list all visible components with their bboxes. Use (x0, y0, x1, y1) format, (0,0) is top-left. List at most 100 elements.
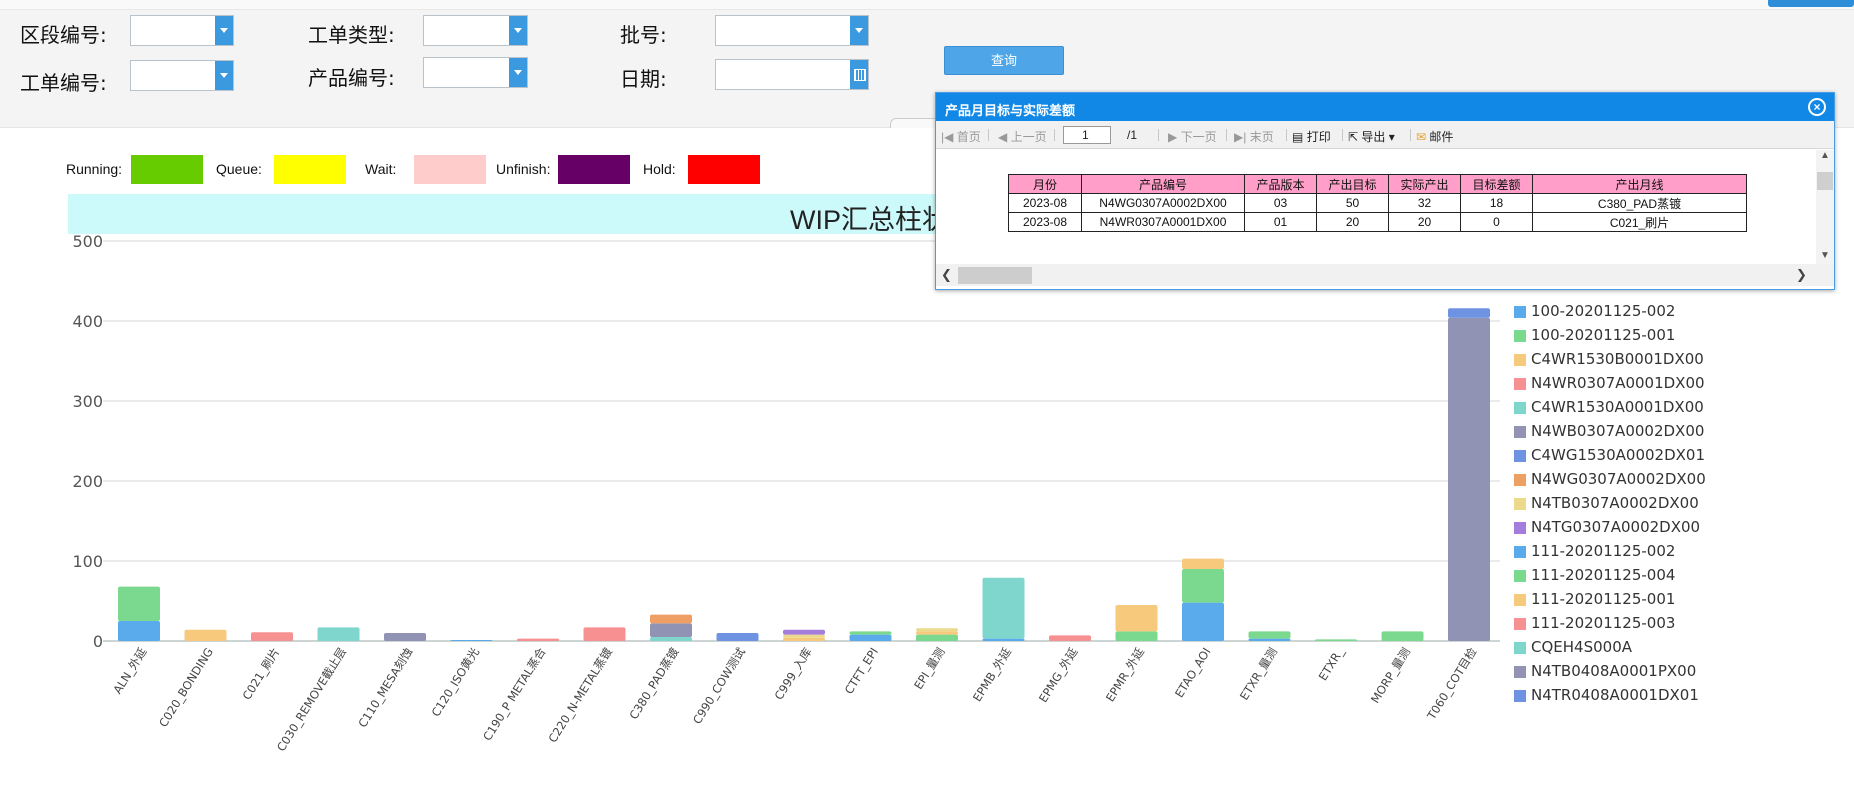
series-legend-swatch (1514, 570, 1526, 582)
table-header-cell: 产出月线 (1532, 174, 1747, 194)
series-legend-label: C4WR1530B0001DX00 (1531, 350, 1704, 368)
table-row[interactable]: 2023-08 N4WR0307A0001DX00 01 20 20 0 C021_刷片 (1008, 212, 1747, 232)
x-tick-label: C220_N-METAL蒸镀 (545, 645, 615, 745)
horizontal-scrollbar[interactable]: ❮ ❯ (936, 264, 1834, 286)
bar-segment (849, 634, 892, 641)
series-legend-swatch (1514, 450, 1526, 462)
table-header-cell: 产品版本 (1244, 174, 1317, 194)
x-tick-label: C990_COW测试 (690, 645, 748, 727)
toolbar-separator (1054, 129, 1055, 141)
chevron-right-icon[interactable]: ❯ (1796, 267, 1807, 283)
series-legend-swatch (1514, 690, 1526, 702)
last-page-button[interactable]: ▶| 末页 (1234, 128, 1274, 145)
series-legend-swatch (1514, 618, 1526, 630)
series-legend-label: N4TB0307A0002DX00 (1531, 494, 1699, 512)
table-cell: 2023-08 (1008, 212, 1082, 232)
x-tick-label: T060_COT目检 (1424, 645, 1480, 723)
bar-segment (517, 638, 559, 641)
table-cell: 0 (1460, 212, 1533, 232)
table-cell: 01 (1244, 212, 1317, 232)
toolbar-separator (1226, 129, 1227, 141)
y-tick-label: 200 (72, 472, 103, 491)
series-legend-label: 111-20201125-001 (1531, 590, 1676, 608)
table-header-row: 月份 产品编号 产品版本 产出目标 实际产出 目标差额 产出月线 (1008, 174, 1747, 194)
chevron-up-icon[interactable]: ▲ (1820, 150, 1830, 161)
x-tick-label: EPMR_外延 (1103, 645, 1147, 704)
x-tick-label: EPMB_外延 (970, 645, 1014, 704)
vertical-scroll-thumb[interactable] (1817, 172, 1833, 190)
table-cell: N4WR0307A0001DX00 (1081, 212, 1245, 232)
prev-page-button[interactable]: ◀ 上一页 (998, 128, 1047, 145)
x-tick-label: C120_ISO黄光 (429, 645, 483, 719)
series-legend-swatch (1514, 498, 1526, 510)
x-tick-label: EPMG_外延 (1036, 645, 1081, 705)
export-button[interactable]: ⇱ 导出 ▾ (1348, 128, 1395, 145)
bar-segment (982, 638, 1025, 641)
table-cell: 18 (1460, 193, 1533, 213)
y-tick-label: 400 (72, 312, 103, 331)
bar-segment (1115, 631, 1158, 641)
series-legend-swatch (1514, 330, 1526, 342)
x-tick-label: CTFT_EPI (842, 645, 881, 696)
page-number-input[interactable]: 1 (1063, 126, 1111, 144)
horizontal-scroll-thumb[interactable] (958, 267, 1032, 284)
series-legend-swatch (1514, 546, 1526, 558)
bar-segment (1182, 602, 1224, 641)
first-page-button[interactable]: |◀ 首页 (941, 128, 981, 145)
bar-segment (1115, 605, 1158, 632)
table-header-cell: 产出目标 (1316, 174, 1389, 194)
series-legend-label: CQEH4S000A (1531, 638, 1632, 656)
series-legend-label: N4WR0307A0001DX00 (1531, 374, 1705, 392)
series-legend-swatch (1514, 474, 1526, 486)
bar-segment (1315, 639, 1357, 641)
bar-segment (1381, 631, 1424, 641)
series-legend-label: 100-20201125-001 (1531, 326, 1676, 344)
table-cell: 2023-08 (1008, 193, 1082, 213)
popup-title: 产品月目标与实际差额 (945, 103, 1076, 118)
series-legend-label: N4TG0307A0002DX00 (1531, 518, 1701, 536)
table-cell: 50 (1316, 193, 1389, 213)
bar-segment (1182, 558, 1224, 569)
x-tick-label: C030_REMOVE截止层 (274, 645, 349, 754)
chevron-down-icon: ▾ (1388, 130, 1395, 144)
series-legend-swatch (1514, 642, 1526, 654)
x-tick-label: ETXR_量测 (1237, 645, 1280, 702)
mail-icon: ✉ (1416, 130, 1427, 144)
bar-segment (783, 637, 825, 641)
bar-segment (251, 632, 293, 641)
vertical-scrollbar[interactable]: ▲ ▼ (1816, 150, 1834, 264)
target-vs-actual-table: 月份 产品编号 产品版本 产出目标 实际产出 目标差额 产出月线 2023-08 N4WG03… (1008, 174, 1747, 232)
series-legend-label: 111-20201125-004 (1531, 566, 1676, 584)
x-tick-label: C021_刷片 (240, 645, 283, 702)
print-label: 打印 (1306, 130, 1331, 144)
bar-segment (1248, 631, 1291, 639)
bar-segment (716, 633, 759, 641)
table-cell: 32 (1388, 193, 1461, 213)
table-cell: N4WG0307A0002DX00 (1081, 193, 1245, 213)
chevron-down-icon[interactable]: ▼ (1820, 250, 1830, 261)
print-button[interactable]: ▤ 打印 (1292, 128, 1331, 145)
bar-segment (184, 629, 227, 641)
table-header-cell: 实际产出 (1388, 174, 1461, 194)
bar-segment (317, 627, 360, 641)
printer-icon: ▤ (1292, 130, 1304, 144)
mail-button[interactable]: ✉ 邮件 (1416, 128, 1453, 145)
y-tick-label: 300 (72, 392, 103, 411)
bar-segment (118, 621, 160, 641)
toolbar-separator (988, 129, 989, 141)
series-legend-swatch (1514, 594, 1526, 606)
x-tick-label: C190_P METAL蒸合 (480, 645, 549, 744)
toolbar-separator (1410, 129, 1411, 141)
bar-segment (783, 629, 825, 635)
table-header-cell: 目标差额 (1460, 174, 1533, 194)
bar-segment (916, 634, 958, 641)
close-icon[interactable]: × (1808, 98, 1826, 116)
bar-segment (118, 586, 160, 621)
next-page-button[interactable]: ▶ 下一页 (1168, 128, 1217, 145)
page-total: /1 (1127, 128, 1138, 142)
chevron-left-icon[interactable]: ❮ (941, 267, 952, 283)
series-legend-label: N4TR0408A0001DX01 (1531, 686, 1699, 704)
table-header-cell: 产品编号 (1081, 174, 1245, 194)
table-row[interactable]: 2023-08 N4WG0307A0002DX00 03 50 32 18 C380_PAD… (1008, 193, 1747, 213)
series-legend-swatch (1514, 306, 1526, 318)
